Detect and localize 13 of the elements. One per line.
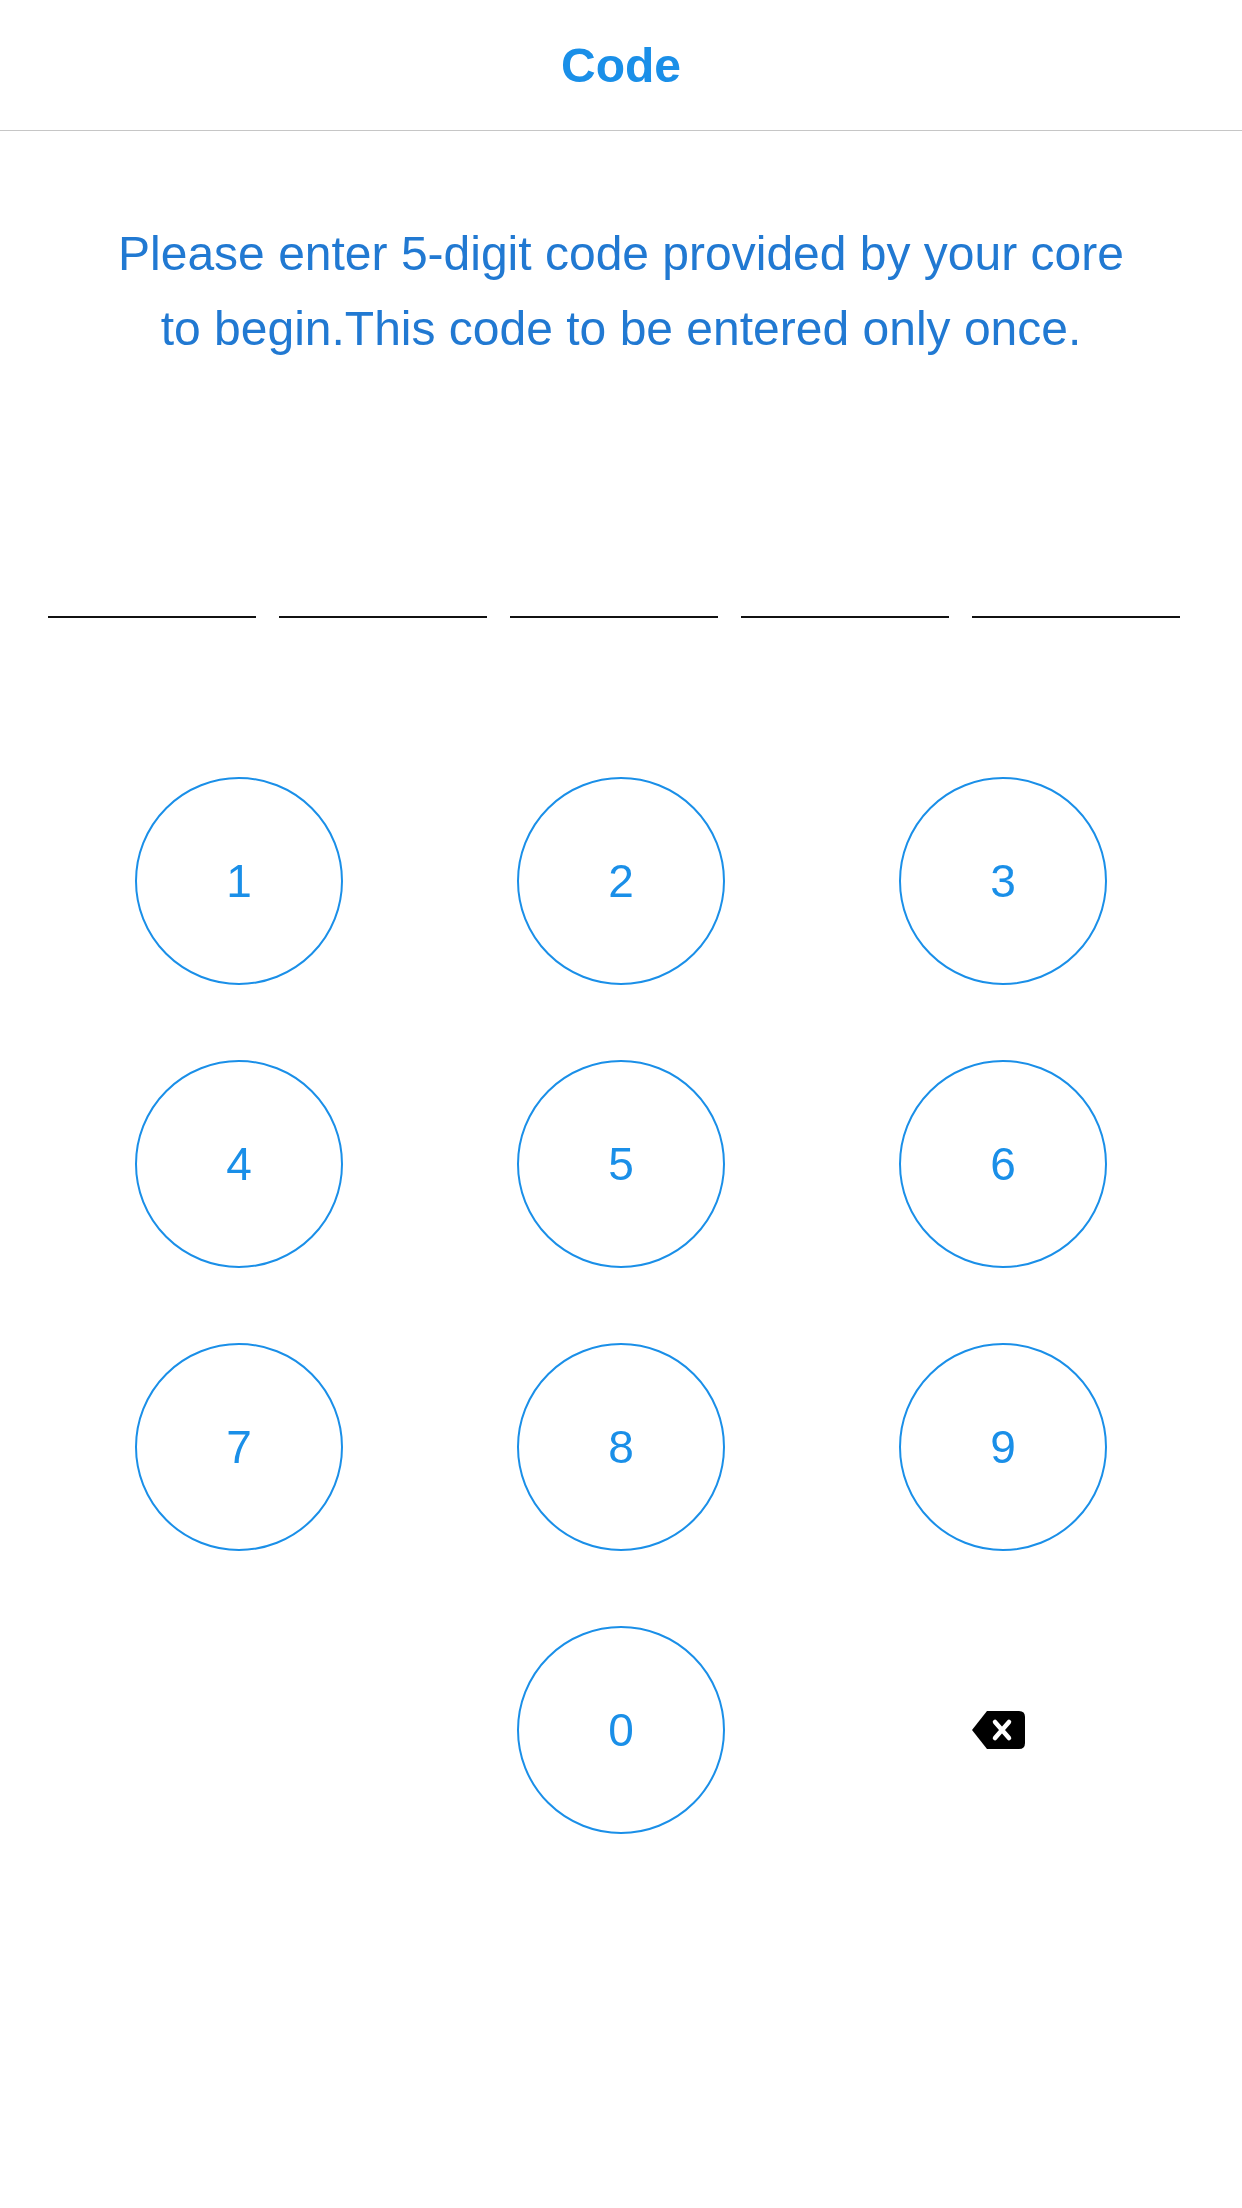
keypad-key[interactable]: 3 xyxy=(899,777,1107,985)
keypad-key[interactable]: 6 xyxy=(899,1060,1107,1268)
keypad-key[interactable]: 8 xyxy=(517,1343,725,1551)
keypad-key[interactable]: 4 xyxy=(135,1060,343,1268)
keypad-key[interactable]: 7 xyxy=(135,1343,343,1551)
backspace-icon[interactable] xyxy=(970,1710,1026,1750)
keypad-key[interactable]: 0 xyxy=(517,1626,725,1834)
header-title: Code xyxy=(561,37,681,93)
keypad-key[interactable]: 5 xyxy=(517,1060,725,1268)
keypad-key[interactable]: 2 xyxy=(517,777,725,985)
keypad-key[interactable]: 1 xyxy=(135,777,343,985)
keypad-key[interactable]: 9 xyxy=(899,1343,1107,1551)
instructions-text: Please enter 5-digit code provided by your core to begin.This code to be entered only once. xyxy=(117,226,1125,357)
